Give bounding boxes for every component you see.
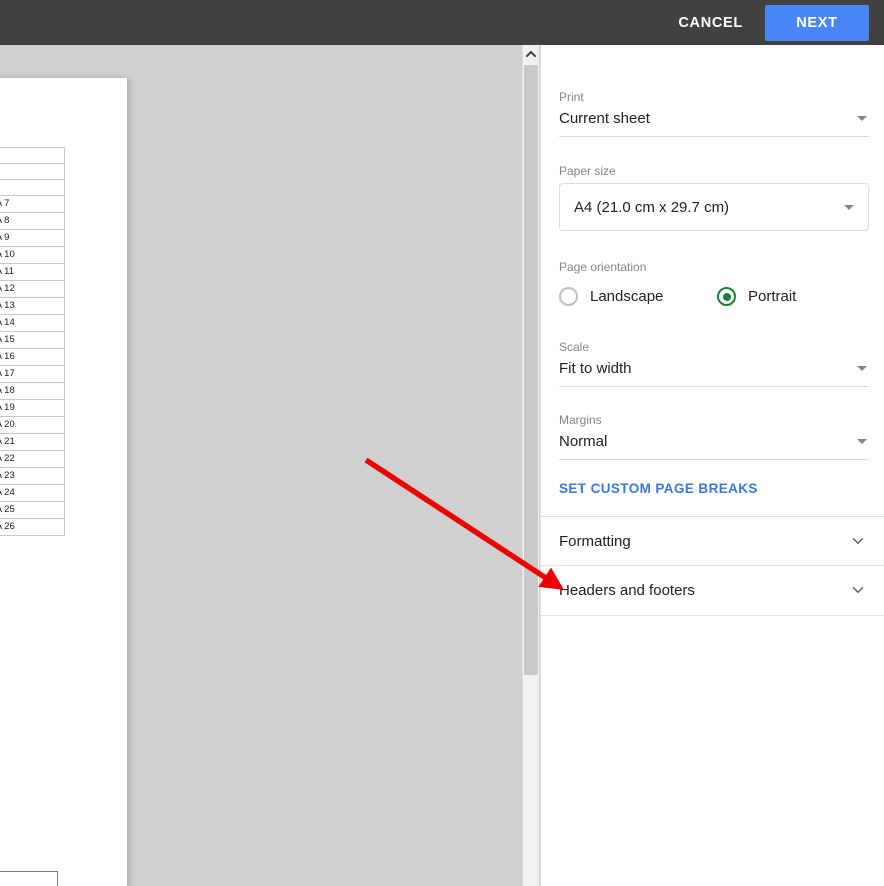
paper-size-select-value: A4 (21.0 cm x 29.7 cm): [574, 198, 730, 216]
top-action-bar-buttons: CANCEL NEXT: [670, 0, 884, 45]
scrollbar-thumb[interactable]: [524, 65, 538, 675]
radio-label-portrait: Portrait: [748, 288, 797, 305]
preview-sheet-row: ATA 19: [0, 399, 65, 417]
cancel-button[interactable]: CANCEL: [670, 6, 751, 40]
preview-sheet-cell: ATA 25: [0, 501, 65, 519]
chevron-up-icon: [526, 50, 536, 57]
print-field: Print Current sheet: [559, 89, 869, 137]
print-field-label: Print: [559, 90, 584, 104]
set-custom-page-breaks-link[interactable]: SET CUSTOM PAGE BREAKS: [559, 481, 758, 496]
bottom-left-cutoff-widget[interactable]: Print: [0, 871, 58, 886]
accordion-headers-and-footers-label: Headers and footers: [559, 581, 695, 599]
preview-sheet-cell: ATA 11: [0, 263, 65, 281]
paper-size-field-label: Paper size: [559, 164, 616, 178]
chevron-down-icon: [857, 116, 867, 121]
preview-sheet-cell: ATA 18: [0, 382, 65, 400]
margins-select[interactable]: Normal: [559, 432, 869, 460]
preview-sheet-row: ATA 13: [0, 297, 65, 315]
print-select[interactable]: Current sheet: [559, 109, 869, 137]
preview-sheet-cell: ATA 17: [0, 365, 65, 383]
scroll-up-button[interactable]: [523, 45, 539, 62]
preview-sheet-row: ATA 21: [0, 433, 65, 451]
preview-sheet-cell: ATA 8: [0, 212, 65, 230]
preview-sheet-cell: [0, 179, 65, 196]
preview-sheet-cell: [0, 163, 65, 180]
preview-sheet-row: ATA 22: [0, 450, 65, 468]
scale-select-value: Fit to width: [559, 360, 632, 377]
radio-circle-landscape: [559, 287, 578, 306]
preview-sheet-cell: ATA 20: [0, 416, 65, 434]
page-orientation-field-label: Page orientation: [559, 260, 647, 274]
page-orientation-radio-group: Landscape Portrait: [559, 287, 869, 306]
next-button[interactable]: NEXT: [765, 4, 869, 41]
page-orientation-field: Page orientation Landscape Portrait: [559, 259, 869, 306]
preview-sheet-row: ATA 18: [0, 382, 65, 400]
preview-sheet-cell: ATA 14: [0, 314, 65, 332]
preview-sheet-cell: ATA 26: [0, 518, 65, 536]
preview-sheet-row: ATA 16: [0, 348, 65, 366]
preview-sheet-row: ATA 17: [0, 365, 65, 383]
preview-sheet-row: [0, 163, 65, 180]
scale-field: Scale Fit to width: [559, 339, 869, 387]
preview-sheet-cell: ATA 9: [0, 229, 65, 247]
preview-page-sheet: ATA 7ATA 8ATA 9ATA 10ATA 11ATA 12ATA 13A…: [0, 78, 127, 886]
preview-sheet-row: ATA 15: [0, 331, 65, 349]
print-settings-screen: CANCEL NEXT ATA 7ATA 8ATA 9ATA 10ATA 11A…: [0, 0, 884, 886]
preview-sheet-cell: ATA 10: [0, 246, 65, 264]
paper-size-select[interactable]: A4 (21.0 cm x 29.7 cm): [559, 183, 869, 231]
accordion-headers-and-footers[interactable]: Headers and footers: [541, 565, 884, 615]
preview-sheet-row: ATA 7: [0, 195, 65, 213]
preview-sheet-row: ATA 11: [0, 263, 65, 281]
accordion-formatting[interactable]: Formatting: [541, 516, 884, 566]
preview-sheet-row: ATA 26: [0, 518, 65, 536]
print-preview-area: ATA 7ATA 8ATA 9ATA 10ATA 11ATA 12ATA 13A…: [0, 45, 540, 886]
top-action-bar: CANCEL NEXT: [0, 0, 884, 45]
preview-scrollbar[interactable]: [522, 45, 539, 886]
preview-sheet-cell: ATA 7: [0, 195, 65, 213]
scale-select[interactable]: Fit to width: [559, 359, 869, 387]
preview-sheet-row: ATA 10: [0, 246, 65, 264]
preview-sheet-cell: [0, 147, 65, 164]
accordion-formatting-label: Formatting: [559, 532, 631, 550]
preview-sheet-row: ATA 23: [0, 467, 65, 485]
radio-option-portrait[interactable]: Portrait: [717, 287, 796, 306]
print-select-value: Current sheet: [559, 110, 650, 127]
preview-sheet-row: ATA 20: [0, 416, 65, 434]
divider: [541, 615, 884, 616]
preview-sheet-cell: ATA 21: [0, 433, 65, 451]
preview-sheet-cell: ATA 15: [0, 331, 65, 349]
margins-field-label: Margins: [559, 413, 602, 427]
preview-sheet-row: ATA 14: [0, 314, 65, 332]
preview-sheet-cell: ATA 22: [0, 450, 65, 468]
preview-sheet-cell: ATA 24: [0, 484, 65, 502]
preview-sheet-cell: ATA 16: [0, 348, 65, 366]
chevron-down-icon: [857, 439, 867, 444]
preview-sheet-row: ATA 25: [0, 501, 65, 519]
preview-sheet-row: ATA 24: [0, 484, 65, 502]
chevron-down-icon: [852, 538, 864, 544]
preview-sheet-row: ATA 8: [0, 212, 65, 230]
margins-field: Margins Normal: [559, 412, 869, 460]
print-settings-panel: Print Current sheet Paper size A4 (21.0 …: [540, 45, 884, 886]
preview-sheet-row: [0, 147, 65, 164]
chevron-down-icon: [852, 587, 864, 593]
preview-sheet-row: ATA 12: [0, 280, 65, 298]
scale-field-label: Scale: [559, 340, 590, 354]
preview-sheet-cell: ATA 13: [0, 297, 65, 315]
chevron-down-icon: [857, 366, 867, 371]
chevron-down-icon: [844, 205, 854, 210]
preview-sheet-row: [0, 179, 65, 196]
preview-sheet-cell: ATA 12: [0, 280, 65, 298]
radio-circle-portrait: [717, 287, 736, 306]
preview-sheet-cell: ATA 19: [0, 399, 65, 417]
preview-sheet-cell: ATA 23: [0, 467, 65, 485]
margins-select-value: Normal: [559, 433, 608, 450]
radio-option-landscape[interactable]: Landscape: [559, 287, 717, 306]
radio-label-landscape: Landscape: [590, 288, 664, 305]
preview-sheet-table: ATA 7ATA 8ATA 9ATA 10ATA 11ATA 12ATA 13A…: [0, 147, 65, 536]
paper-size-field: Paper size A4 (21.0 cm x 29.7 cm): [559, 163, 869, 231]
preview-sheet-row: ATA 9: [0, 229, 65, 247]
